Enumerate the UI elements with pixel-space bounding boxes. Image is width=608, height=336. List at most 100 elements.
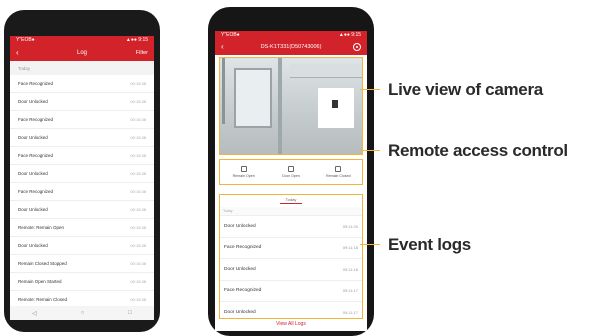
status-bar: Y″EOB● ▲●● 9:15: [10, 36, 154, 45]
nav-recent-icon[interactable]: □: [128, 310, 132, 316]
list-item[interactable]: Door Unlocked 00:15:38: [10, 93, 154, 111]
remote-control-panel: Remain Open Door Open Remain Closed: [219, 159, 363, 185]
list-item[interactable]: Door Unlocked 09:11:17: [220, 302, 362, 318]
camera-pole: [278, 58, 282, 154]
view-all-logs-link[interactable]: View All Logs: [215, 321, 367, 327]
list-item[interactable]: Door Unlocked 00:15:38: [10, 129, 154, 147]
event-label: Face Recognized: [224, 288, 262, 294]
log-label: Remain Open Started: [18, 279, 62, 284]
device-screen: Y″EOB● ▲●● 9:15 ‹ DS-K1T331(D50743006) R…: [215, 31, 367, 331]
log-time: 00:15:38: [130, 279, 146, 284]
android-nav-bar: ◁ ○ □: [10, 306, 154, 320]
remote-access-annotation: Remote access control: [388, 141, 568, 160]
list-item[interactable]: Remain Closed Stopped 00:15:38: [10, 255, 154, 273]
camera-window: [234, 68, 272, 128]
remote-label: Remain Closed: [326, 174, 351, 178]
phone-log: Y″EOB● ▲●● 9:15 ‹ Log Filter Today Face …: [4, 10, 160, 332]
event-label: Door Unlocked: [224, 309, 256, 315]
log-label: Face Recognized: [18, 189, 54, 194]
nav-back-icon[interactable]: ◁: [32, 310, 37, 317]
device-title: DS-K1T331(D50743006): [260, 44, 322, 50]
list-item[interactable]: Door Unlocked 00:15:38: [10, 201, 154, 219]
log-list: Face Recognized 00:15:38 Door Unlocked 00:…: [10, 75, 154, 309]
log-time: 00:15:38: [130, 99, 146, 104]
event-label: Door Unlocked: [224, 223, 256, 229]
live-view-annotation: Live view of camera: [388, 80, 543, 99]
event-day-header: Today: [220, 207, 362, 216]
event-time: 09:11:20: [342, 223, 358, 229]
event-time: 09:11:17: [342, 309, 358, 315]
log-time: 00:15:38: [130, 81, 146, 86]
camera-frame: [222, 58, 225, 124]
log-time: 00:15:38: [130, 171, 146, 176]
log-label: Remain Closed Stopped: [18, 261, 67, 266]
status-right: ▲●● 9:15: [125, 37, 148, 43]
event-label: Face Recognized: [224, 245, 262, 251]
remote-label: Door Open: [282, 174, 300, 178]
event-time: 09:11:18: [342, 245, 358, 251]
event-log-panel: Today Today Door Unlocked 09:11:20 Face R…: [219, 194, 363, 319]
event-logs-annotation: Event logs: [388, 235, 471, 254]
log-label: Remote: Remain Open: [18, 225, 65, 230]
device-title-bar: ‹ DS-K1T331(D50743006): [215, 40, 367, 55]
gear-icon[interactable]: [353, 43, 361, 51]
list-item[interactable]: Face Recognized 09:11:17: [220, 281, 362, 302]
log-label: Door Unlocked: [18, 171, 48, 176]
log-label: Face Recognized: [18, 153, 54, 158]
list-item[interactable]: Face Recognized 00:15:38: [10, 75, 154, 93]
list-item[interactable]: Face Recognized 00:15:38: [10, 183, 154, 201]
camera-ceiling: [290, 64, 362, 78]
log-label: Door Unlocked: [18, 243, 48, 248]
door-open-icon: [240, 166, 247, 172]
log-time: 00:15:38: [130, 189, 146, 194]
door-open-button[interactable]: Door Open: [268, 166, 314, 178]
camera-lamp: [332, 100, 338, 108]
log-title-bar: ‹ Log Filter: [10, 45, 154, 61]
list-item[interactable]: Door Unlocked 09:11:18: [220, 259, 362, 281]
list-item[interactable]: Remain Open Started 00:15:38: [10, 273, 154, 291]
log-time: 00:15:38: [130, 207, 146, 212]
event-label: Door Unlocked: [224, 266, 256, 272]
status-right: ▲●● 9:15: [338, 32, 361, 38]
status-left: Y″EOB●: [16, 37, 35, 43]
remain-closed-button[interactable]: Remain Closed: [315, 166, 361, 178]
list-item[interactable]: Door Unlocked 00:15:38: [10, 237, 154, 255]
status-left: Y″EOB●: [221, 32, 240, 38]
tab-today[interactable]: Today: [279, 197, 303, 204]
log-time: 00:15:38: [130, 243, 146, 248]
nav-home-icon[interactable]: ○: [81, 310, 85, 316]
camera-door: [318, 88, 354, 128]
filter-button[interactable]: Filter: [136, 50, 148, 56]
log-label: Door Unlocked: [18, 207, 48, 212]
event-tabs: Today: [220, 195, 362, 207]
list-item[interactable]: Remote: Remain Open 00:15:38: [10, 219, 154, 237]
remote-access-connector: [360, 150, 380, 151]
live-view-connector: [360, 89, 380, 90]
log-time: 00:15:38: [130, 117, 146, 122]
phone-device: Y″EOB● ▲●● 9:15 ‹ DS-K1T331(D50743006) R…: [208, 7, 374, 336]
live-view[interactable]: [219, 57, 363, 155]
event-time: 09:11:17: [342, 288, 358, 294]
remain-open-button[interactable]: Remain Open: [221, 166, 267, 178]
log-time: 00:15:38: [130, 297, 146, 302]
log-label: Door Unlocked: [18, 135, 48, 140]
list-item[interactable]: Face Recognized 00:15:38: [10, 147, 154, 165]
log-time: 00:15:38: [130, 261, 146, 266]
section-header: Today: [10, 61, 154, 75]
log-label: Remote: Remain Closed: [18, 297, 68, 302]
log-label: Face Recognized: [18, 117, 54, 122]
remote-label: Remain Open: [232, 174, 255, 178]
list-item[interactable]: Face Recognized 09:11:18: [220, 238, 362, 259]
log-label: Face Recognized: [18, 81, 54, 86]
event-time: 09:11:18: [342, 266, 358, 272]
door-icon: [287, 166, 294, 172]
log-time: 00:15:38: [130, 135, 146, 140]
log-label: Door Unlocked: [18, 99, 48, 104]
log-time: 00:15:38: [130, 225, 146, 230]
list-item[interactable]: Door Unlocked 00:15:38: [10, 165, 154, 183]
list-item[interactable]: Face Recognized 00:15:38: [10, 111, 154, 129]
door-closed-icon: [335, 166, 342, 172]
log-screen: Y″EOB● ▲●● 9:15 ‹ Log Filter Today Face …: [10, 36, 154, 320]
list-item[interactable]: Door Unlocked 09:11:20: [220, 216, 362, 238]
page-title: Log: [76, 50, 87, 56]
